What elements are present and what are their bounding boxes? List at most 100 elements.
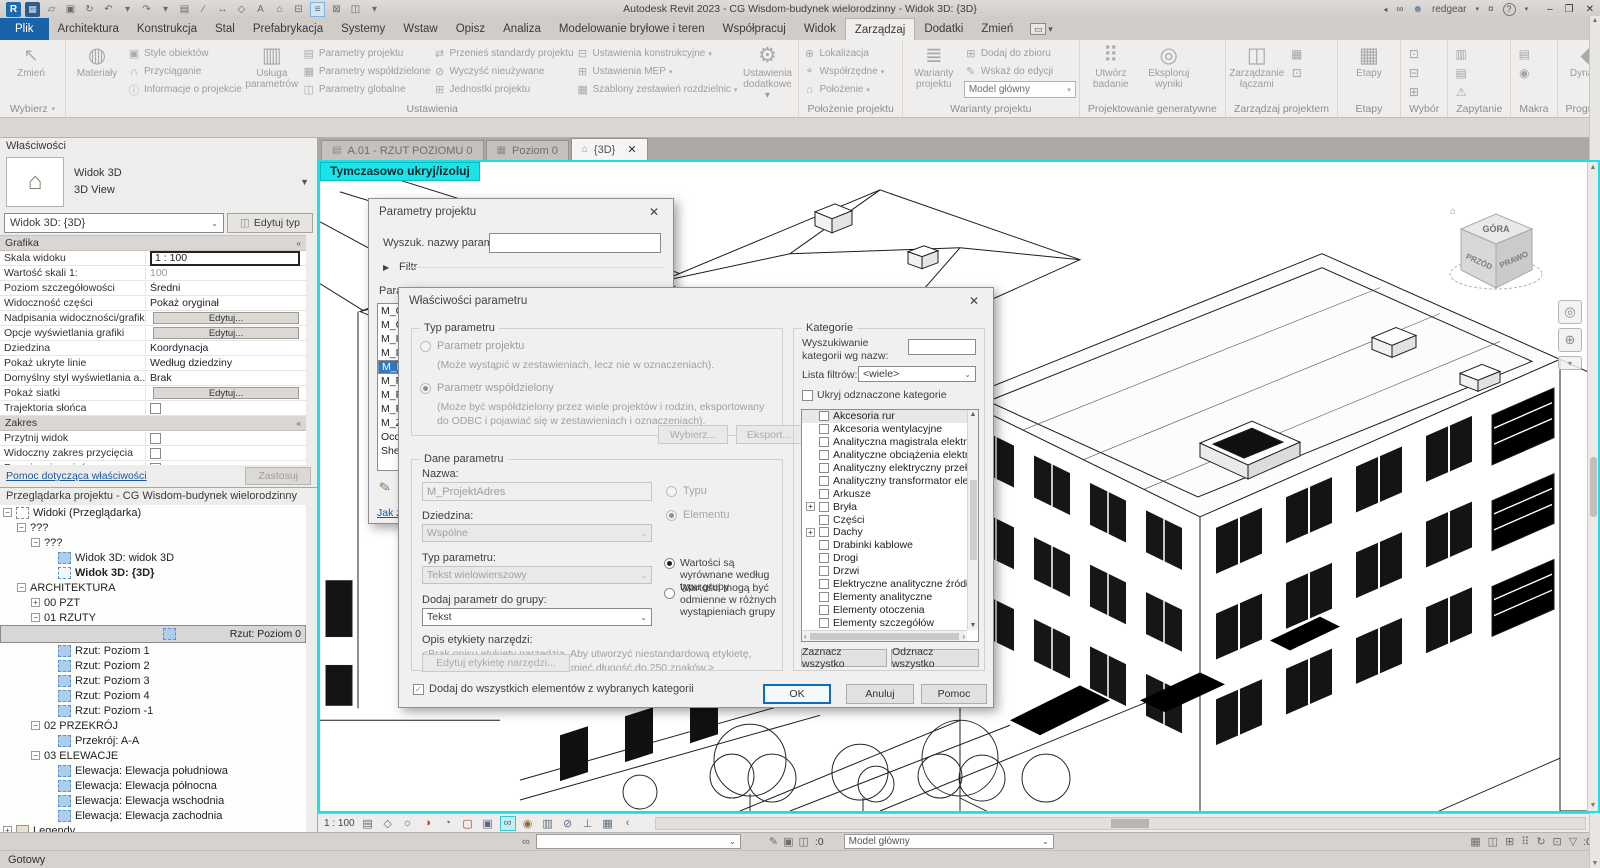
browser-item-widok-3d-widok-3d[interactable]: Widok 3D: widok 3D: [0, 550, 306, 565]
help-icon[interactable]: ?: [1503, 3, 1516, 16]
file-tab[interactable]: Plik: [0, 18, 49, 40]
hide-analytical-model-icon[interactable]: ⊘: [560, 816, 576, 831]
worksets-status-icon[interactable]: ▣: [783, 835, 793, 848]
steering-wheel-icon[interactable]: ◎: [1558, 300, 1582, 324]
category-item-akcesoria-rur[interactable]: Akcesoria rur: [802, 410, 978, 423]
type-preview[interactable]: ⌂ Widok 3D 3D View ▼: [0, 155, 317, 211]
ribbon-tab-stal[interactable]: Stal: [206, 18, 244, 40]
project-units-button[interactable]: ⊞Jednostki projektu: [433, 81, 574, 98]
structural-settings-button[interactable]: ⊟Ustawienia konstrukcyjne▾: [576, 45, 738, 62]
category-checkbox[interactable]: [819, 489, 829, 499]
nav-more-icon[interactable]: ▾: [1558, 356, 1582, 370]
browser-item-rzut-poziom-2[interactable]: Rzut: Poziom 2: [0, 658, 306, 673]
expand-icon[interactable]: +: [806, 502, 815, 511]
category-checkbox[interactable]: [819, 515, 829, 525]
transfer-project-standards-button[interactable]: ⇄Przenieś standardy projektu: [433, 45, 574, 62]
object-styles-button[interactable]: ▣Style obiektów: [127, 45, 242, 62]
property-checkbox[interactable]: [150, 403, 161, 414]
imports-status-icon[interactable]: ⊞: [1505, 835, 1514, 848]
modify-button[interactable]: ↖ Zmień: [3, 42, 59, 79]
ribbon-tab-systemy[interactable]: Systemy: [332, 18, 394, 40]
browser-item-legendy[interactable]: +Legendy: [0, 823, 306, 832]
sun-path-icon[interactable]: ☼: [400, 816, 416, 831]
collapse-vcb-icon[interactable]: ‹: [620, 816, 636, 831]
parameter-properties-dialog-titlebar[interactable]: Właściwości parametru ✕: [399, 288, 993, 314]
close-button[interactable]: ✕: [1586, 4, 1594, 15]
browser-item-widok-3d-3d[interactable]: Widok 3D: {3D}: [0, 565, 306, 580]
collapse-icon[interactable]: −: [31, 613, 40, 622]
browser-item-elewacja-elewacja-południowa[interactable]: Elewacja: Elewacja południowa: [0, 763, 306, 778]
expand-icon[interactable]: +: [31, 598, 40, 607]
position-button[interactable]: ⌂Położenie▾: [802, 81, 884, 98]
properties-help-link[interactable]: Pomoc dotycząca właściwości: [6, 470, 147, 482]
category-item-dachy[interactable]: +Dachy: [802, 526, 978, 539]
category-item-analityczne-obciążenia-elektryc[interactable]: Analityczne obciążenia elektryc...: [802, 449, 978, 462]
hide-unchecked-checkbox[interactable]: [802, 390, 813, 401]
global-parameters-button[interactable]: ◫Parametry globalne: [302, 81, 431, 98]
redo-icon[interactable]: ↷: [139, 2, 154, 17]
ribbon-tab-konstrukcja[interactable]: Konstrukcja: [128, 18, 206, 40]
ok-button[interactable]: OK: [763, 684, 831, 704]
worksharing-status-icon[interactable]: ▦: [1470, 835, 1480, 848]
shared-parameter-radio[interactable]: [420, 383, 431, 394]
category-item-akcesoria-wentylacyjne[interactable]: Akcesoria wentylacyjne: [802, 423, 978, 436]
ribbon-tab-modelowanie-bryłowe-i-teren[interactable]: Modelowanie bryłowe i teren: [550, 18, 714, 40]
design-options-button[interactable]: ≣Warianty projektu: [906, 42, 962, 90]
edit-tooltip-button[interactable]: Edytuj etykietę narzędzi...: [422, 654, 570, 672]
category-item-analityczny-elektryczny-przełącz[interactable]: Analityczny elektryczny przełącz: [802, 462, 978, 475]
search-icon[interactable]: ∞: [1396, 4, 1403, 15]
category-checkbox[interactable]: [819, 424, 829, 434]
undo-icon[interactable]: ↶: [101, 2, 116, 17]
uncheck-all-button[interactable]: Odznacz wszystko: [891, 649, 979, 667]
filter-list-select[interactable]: <wiele>⌄: [858, 366, 976, 382]
shadows-icon[interactable]: ◑: [420, 816, 436, 831]
materials-button[interactable]: ◍Materiały: [69, 42, 125, 79]
browser-item-rzut-poziom-1[interactable]: Rzut: Poziom 1: [0, 643, 306, 658]
browser-item-rzut-poziom-4[interactable]: Rzut: Poziom 4: [0, 688, 306, 703]
browser-item-00-pzt[interactable]: +00 PZT: [0, 595, 306, 610]
snaps-button[interactable]: ∩Przyciąganie: [127, 63, 242, 80]
location-button[interactable]: ⊕Lokalizacja: [802, 45, 884, 62]
ribbon-panel-label[interactable]: Zapytanie: [1448, 100, 1510, 117]
browser-item-01-rzuty[interactable]: −01 RZUTY: [0, 610, 306, 625]
macro-security-button[interactable]: ◉: [1514, 64, 1534, 81]
ribbon-display-toggle[interactable]: ▭ ▾: [1022, 18, 1061, 40]
category-item-analityczna-magistrala-elektryc[interactable]: Analityczna magistrala elektryc...: [802, 436, 978, 449]
phases-button[interactable]: ▦Etapy: [1341, 42, 1397, 79]
redo-arrow-icon[interactable]: ▾: [158, 2, 173, 17]
project-info-button[interactable]: ⓘInformacje o projekcie: [127, 81, 242, 98]
active-design-option-select[interactable]: Model główny▾: [964, 81, 1076, 98]
filter-expander-icon[interactable]: ▶: [383, 263, 389, 272]
category-checkbox[interactable]: [819, 553, 829, 563]
category-item-drogi[interactable]: Drogi: [802, 552, 978, 565]
category-vertical-scrollbar[interactable]: ▲▼: [967, 410, 978, 630]
category-item-drabinki-kablowe[interactable]: Drabinki kablowe: [802, 539, 978, 552]
project-parameters-dialog-titlebar[interactable]: Parametry projektu ✕: [369, 199, 673, 225]
coordinates-button[interactable]: ⌖Współrzędne▾: [802, 63, 884, 80]
category-checkbox[interactable]: [819, 527, 829, 537]
photorender-icon[interactable]: ◔: [440, 816, 456, 831]
ribbon-tab-architektura[interactable]: Architektura: [49, 18, 128, 40]
add-to-set-button[interactable]: ⊞Dodaj do zbioru: [964, 45, 1076, 62]
type-parameter-radio[interactable]: [666, 486, 677, 497]
zoom-tool-icon[interactable]: ⊕: [1558, 328, 1582, 352]
user-menu-arrow-icon[interactable]: ▾: [1475, 5, 1479, 13]
default-3d-view-icon[interactable]: ⌂: [272, 2, 287, 17]
group-under-select[interactable]: Tekst⌄: [422, 608, 652, 626]
ribbon-panel-label[interactable]: Wybór: [1401, 100, 1447, 117]
edit-parameter-icon[interactable]: ✎: [378, 478, 393, 497]
collapse-icon[interactable]: −: [31, 721, 40, 730]
ribbon-tab-opisz[interactable]: Opisz: [447, 18, 494, 40]
category-search-input[interactable]: [908, 339, 976, 355]
undo-arrow-icon[interactable]: ▾: [120, 2, 135, 17]
values-aligned-radio[interactable]: [664, 558, 675, 569]
shared-parameters-button[interactable]: ▦Parametry współdzielone: [302, 63, 431, 80]
add-to-all-checkbox[interactable]: ✓: [413, 684, 424, 695]
design-options-status-icon[interactable]: ◫: [798, 835, 808, 848]
close-hidden-windows-icon[interactable]: ⊠: [329, 2, 344, 17]
crop-view-icon[interactable]: ▢: [460, 816, 476, 831]
worksharing-display-icon[interactable]: ▦: [600, 816, 616, 831]
view-tab-plan[interactable]: ▦Poziom 0: [486, 140, 569, 160]
file-tiles-icon[interactable]: ▦: [25, 2, 40, 17]
tag-icon[interactable]: ◇: [234, 2, 249, 17]
